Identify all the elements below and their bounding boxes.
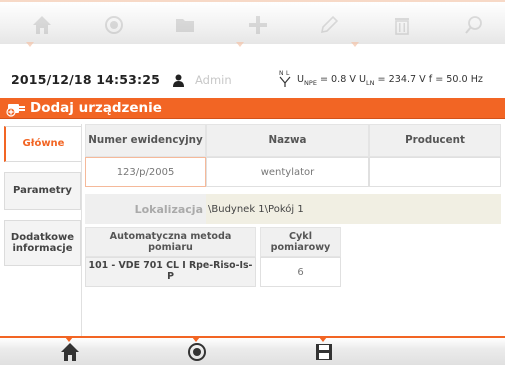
tab-glowne[interactable]: Główne [4, 126, 81, 162]
home-icon[interactable] [60, 342, 80, 364]
header-label: Nazwa [268, 133, 307, 146]
tab-parametry[interactable]: Parametry [4, 172, 81, 210]
svg-text:L: L [286, 70, 290, 77]
cycle-value: 6 [297, 266, 304, 278]
user-name: Admin [195, 73, 232, 87]
name-input[interactable]: wentylator [206, 157, 369, 187]
home-icon[interactable] [31, 14, 53, 36]
producer-input[interactable] [369, 157, 501, 187]
location-label: Lokalizacja [85, 194, 206, 224]
title-bar: Dodaj urządzenie [0, 98, 505, 119]
bottom-toolbar [0, 336, 505, 365]
page-title: Dodaj urządzenie [30, 100, 162, 116]
location-field[interactable]: \Budynek 1\Pokój 1 [206, 194, 501, 224]
tab-label: Dodatkowe informacje [10, 231, 75, 255]
id-value: 123/p/2005 [116, 166, 175, 178]
tab-label: Parametry [13, 185, 72, 197]
record-icon[interactable] [187, 342, 207, 364]
status-bar: 2015/12/18 14:53:25 Admin N L UNPE = 0.8… [0, 68, 505, 92]
location-value: \Budynek 1\Pokój 1 [208, 203, 304, 215]
tab-label: Główne [22, 138, 65, 150]
header-label: Cykl pomiarowy [270, 230, 331, 253]
header-cycle: Cykl pomiarowy [260, 227, 341, 257]
measurement-readout: UNPE = 0.8 V ULN = 234.7 V f = 50.0 Hz [297, 74, 483, 87]
id-input[interactable]: 123/p/2005 [85, 157, 206, 187]
search-icon[interactable] [463, 14, 485, 36]
plug-icon: N L [278, 68, 292, 88]
header-label: Automatyczna metoda pomiaru [109, 230, 232, 253]
record-icon[interactable] [103, 14, 125, 36]
tab-dodatkowe-informacje[interactable]: Dodatkowe informacje [4, 220, 81, 266]
add-device-icon [5, 100, 29, 117]
tab-divider [81, 124, 82, 336]
add-icon[interactable] [247, 14, 269, 36]
header-label: Producent [405, 133, 465, 146]
method-value: 101 - VDE 701 CL I Rpe-Riso-Is-P [88, 260, 253, 282]
svg-text:N: N [279, 70, 284, 77]
name-value: wentylator [260, 166, 315, 178]
header-producent: Producent [369, 124, 501, 157]
datetime: 2015/12/18 14:53:25 [11, 72, 161, 87]
top-toolbar [0, 0, 505, 44]
notch-marker [26, 42, 34, 47]
header-nazwa: Nazwa [206, 124, 369, 157]
header-numer-ewidencyjny: Numer ewidencyjny [85, 124, 206, 157]
header-method: Automatyczna metoda pomiaru [85, 227, 256, 257]
location-label-text: Lokalizacja [134, 202, 203, 216]
notch-marker [351, 42, 359, 47]
cycle-input[interactable]: 6 [260, 257, 341, 287]
folder-icon[interactable] [174, 14, 196, 36]
method-select[interactable]: 101 - VDE 701 CL I Rpe-Riso-Is-P [85, 257, 256, 287]
user-icon [172, 73, 185, 87]
edit-icon[interactable] [318, 14, 340, 36]
save-icon[interactable] [314, 342, 334, 364]
header-label: Numer ewidencyjny [88, 133, 203, 146]
notch-marker [236, 42, 244, 47]
delete-icon[interactable] [391, 14, 413, 36]
